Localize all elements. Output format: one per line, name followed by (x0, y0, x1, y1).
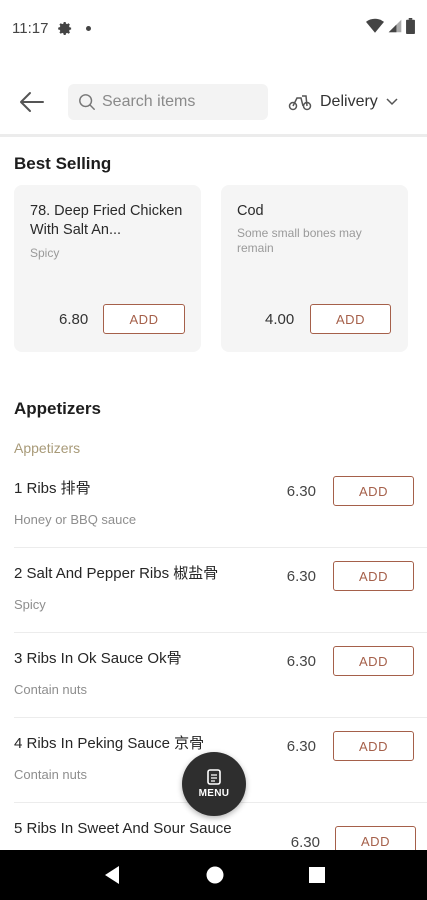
menu-item-name: 2 Salt And Pepper Ribs 椒盐骨 (14, 565, 219, 582)
menu-item-price: 6.30 (286, 653, 316, 670)
menu-document-icon (207, 769, 221, 785)
menu-item-price: 6.30 (286, 483, 316, 500)
menu-item-name: 4 Ribs In Peking Sauce 京骨 (14, 735, 205, 752)
cell-signal-icon (388, 19, 402, 33)
menu-item-row[interactable]: 1 Ribs 排骨 Honey or BBQ sauce 6.30 ADD (0, 476, 427, 562)
menu-item-desc: Spicy (14, 597, 46, 612)
arrow-left-icon (20, 92, 44, 112)
search-box[interactable] (68, 84, 268, 120)
row-divider (14, 547, 427, 548)
menu-item-name: 1 Ribs 排骨 (14, 480, 91, 497)
menu-section-title: Appetizers (14, 399, 101, 418)
scooter-icon (288, 95, 312, 111)
category-label: Appetizers (14, 440, 81, 456)
menu-item-price: 6.30 (286, 568, 316, 585)
best-selling-card[interactable]: 78. Deep Fried Chicken With Salt An... S… (14, 185, 201, 352)
add-button[interactable]: ADD (310, 304, 391, 334)
status-icons (366, 18, 415, 34)
card-item-price: 4.00 (265, 311, 295, 328)
card-item-name: Cod (237, 203, 264, 219)
menu-fab-button[interactable]: MENU (182, 752, 246, 816)
system-nav-bar (0, 850, 427, 900)
add-button[interactable]: ADD (103, 304, 185, 334)
card-item-desc: Some small bones may remain (237, 226, 362, 255)
menu-item-price: 6.30 (286, 738, 316, 755)
delivery-mode-label: Delivery (320, 93, 378, 110)
menu-item-desc: Contain nuts (14, 767, 87, 782)
menu-item-desc: Contain nuts (14, 682, 87, 697)
add-button[interactable]: ADD (333, 476, 414, 506)
menu-item-price: 6.30 (290, 834, 320, 850)
menu-item-row[interactable]: 3 Ribs In Ok Sauce Ok骨 Contain nuts 6.30… (0, 646, 427, 732)
menu-fab-label: MENU (198, 788, 230, 799)
menu-item-row[interactable]: 2 Salt And Pepper Ribs 椒盐骨 Spicy 6.30 AD… (0, 561, 427, 647)
menu-item-name: 5 Ribs In Sweet And Sour Sauce (14, 820, 232, 837)
row-divider (14, 632, 427, 633)
card-item-price: 6.80 (59, 311, 89, 328)
add-button[interactable]: ADD (335, 826, 416, 850)
wifi-icon (366, 18, 384, 33)
notification-dot-icon (86, 25, 92, 31)
menu-item-desc: Honey or BBQ sauce (14, 512, 137, 527)
row-divider (14, 717, 427, 718)
top-bar: Delivery (0, 80, 427, 124)
menu-item-row[interactable]: 5 Ribs In Sweet And Sour Sauce 6.30 ADD (0, 820, 427, 850)
menu-item-name: 3 Ribs In Ok Sauce Ok骨 (14, 650, 182, 667)
chevron-down-icon (386, 98, 398, 106)
add-button[interactable]: ADD (333, 646, 414, 676)
delivery-mode-selector[interactable]: Delivery (288, 88, 398, 116)
search-input[interactable] (102, 93, 252, 111)
back-button[interactable] (14, 86, 50, 118)
search-icon (79, 94, 95, 110)
nav-back-icon[interactable] (103, 865, 121, 885)
best-selling-title: Best Selling (14, 154, 112, 173)
best-selling-card[interactable]: Cod Some small bones may remain 4.00 ADD (221, 185, 408, 352)
status-time: 11:17 (12, 19, 49, 37)
settings-gear-icon (58, 20, 74, 36)
card-item-name: 78. Deep Fried Chicken With Salt An... (30, 203, 183, 238)
add-button[interactable]: ADD (333, 561, 414, 591)
card-item-desc: Spicy (30, 246, 60, 260)
battery-icon (406, 18, 415, 34)
nav-home-icon[interactable] (206, 866, 224, 884)
nav-recents-icon[interactable] (308, 867, 325, 883)
add-button[interactable]: ADD (333, 731, 414, 761)
header-divider (0, 134, 427, 137)
status-bar: 11:17 (0, 0, 427, 56)
